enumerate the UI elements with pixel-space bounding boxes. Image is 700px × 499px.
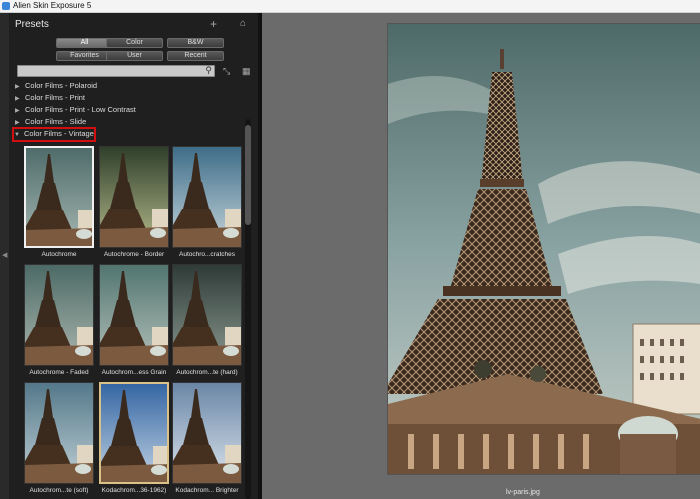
- plus-icon[interactable]: +: [210, 17, 217, 31]
- preset-thumbnail-label: Autochrome - Border: [103, 251, 165, 258]
- preset-thumbnail[interactable]: Autochrome - Faded: [24, 264, 94, 380]
- scrollbar-thumb[interactable]: [245, 125, 251, 225]
- preset-thumbnail-label: Autochrom...te (soft): [29, 487, 89, 494]
- preset-thumbnail-image[interactable]: [24, 382, 94, 484]
- presets-panel: Presets + ⌂ All Color B&W Favorites User…: [9, 13, 258, 499]
- search-icon[interactable]: ⚲: [205, 65, 212, 76]
- preset-thumbnail-image[interactable]: [99, 382, 169, 484]
- filter-recent-button[interactable]: Recent: [167, 51, 224, 61]
- preset-thumbnail[interactable]: Kodachrom...36-1962): [99, 382, 169, 498]
- main-photo[interactable]: [387, 23, 700, 475]
- category-print[interactable]: ▶ Color Films - Print: [15, 93, 243, 104]
- expand-arrow-icon: ▶: [15, 108, 20, 114]
- category-polaroid[interactable]: ▶ Color Films - Polaroid: [15, 81, 243, 92]
- preset-thumbnail-label: Kodachrom...36-1962): [101, 487, 167, 494]
- search-input[interactable]: [18, 66, 202, 77]
- preset-thumbnail[interactable]: Autochrom...ess Grain: [99, 264, 169, 380]
- preset-thumbnail-image[interactable]: [24, 264, 94, 366]
- image-canvas: lv-paris.jpg: [262, 13, 700, 499]
- filename-label: lv-paris.jpg: [506, 489, 540, 496]
- preset-thumbnail-image[interactable]: [99, 146, 169, 248]
- filter-color-button[interactable]: Color: [106, 38, 163, 48]
- preset-thumbnail-image[interactable]: [24, 146, 94, 248]
- preset-thumbnail-image[interactable]: [172, 264, 242, 366]
- preset-thumbnail-image[interactable]: [172, 146, 242, 248]
- collapse-left-icon[interactable]: ◀: [2, 251, 7, 259]
- app-icon: [2, 2, 10, 10]
- preset-thumbnail[interactable]: Autochrom...te (hard): [172, 264, 242, 380]
- filter-bw-button[interactable]: B&W: [167, 38, 224, 48]
- presets-title: Presets: [15, 19, 49, 30]
- expand-arrow-icon: ▶: [15, 96, 20, 102]
- category-print-low-contrast[interactable]: ▶ Color Films - Print - Low Contrast: [15, 105, 243, 116]
- title-bar: Alien Skin Exposure 5: [0, 0, 700, 13]
- eiffel-photo-image: [388, 24, 700, 474]
- category-vintage[interactable]: ▼ Color Films - Vintage: [12, 127, 96, 142]
- category-slide[interactable]: ▶ Color Films - Slide: [15, 117, 243, 128]
- filter-user-button[interactable]: User: [106, 51, 163, 61]
- preset-thumbnail-label: Autochrom...te (hard): [176, 369, 238, 376]
- preset-thumbnail-image[interactable]: [172, 382, 242, 484]
- preset-thumbnail-label: Autochro...cratches: [179, 251, 235, 258]
- filter-all-button[interactable]: All: [56, 38, 113, 48]
- window-title: Alien Skin Exposure 5: [13, 1, 92, 10]
- presets-scrollbar[interactable]: [245, 119, 251, 499]
- preset-thumbnail[interactable]: Autochrome - Border: [99, 146, 169, 262]
- preset-thumbnail[interactable]: Autochro...cratches: [172, 146, 242, 262]
- preset-thumbnail[interactable]: Autochrome: [24, 146, 94, 262]
- home-icon[interactable]: ⌂: [240, 18, 246, 29]
- filter-favorites-button[interactable]: Favorites: [56, 51, 113, 61]
- preset-thumbnail[interactable]: Kodachrom... Brighter: [172, 382, 242, 498]
- grid-view-icon[interactable]: ▦: [242, 66, 251, 77]
- panel-collapse-strip[interactable]: ◀: [0, 13, 9, 499]
- collapse-arrow-icon: ▼: [14, 132, 20, 138]
- search-box[interactable]: ⚲: [17, 65, 215, 77]
- preset-thumbnail-label: Autochrome - Faded: [29, 369, 89, 376]
- preset-thumbnail-label: Autochrome: [41, 251, 77, 258]
- preset-thumbnail-label: Autochrom...ess Grain: [101, 369, 167, 376]
- collapse-all-icon[interactable]: ⤡: [223, 66, 230, 77]
- preset-thumbnail-image[interactable]: [99, 264, 169, 366]
- expand-arrow-icon: ▶: [15, 120, 20, 126]
- preset-thumbnail-label: Kodachrom... Brighter: [175, 487, 239, 494]
- preset-thumbnail[interactable]: Autochrom...te (soft): [24, 382, 94, 498]
- expand-arrow-icon: ▶: [15, 84, 20, 90]
